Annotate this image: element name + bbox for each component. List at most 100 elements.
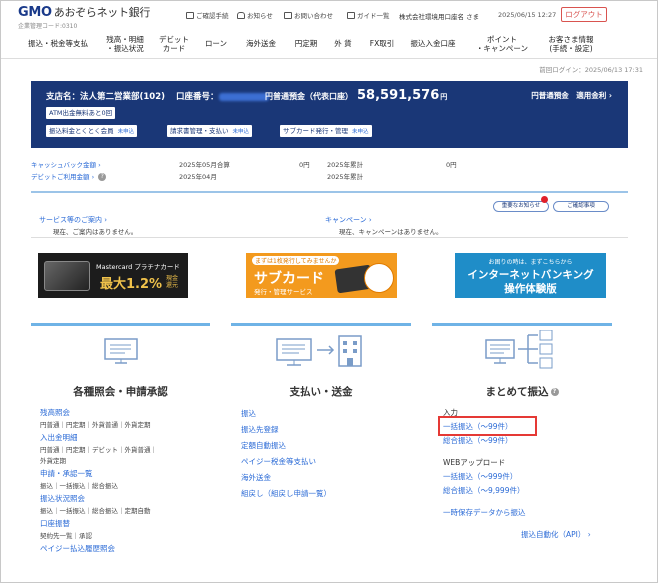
browser-frame: GMO あおぞらネット銀行 企業管理コード:0310 ご確認手続 お知らせ お問い… xyxy=(0,0,658,583)
branch-name: 支店名：法人第二営業部(102) xyxy=(46,92,166,102)
nav-time-deposit[interactable]: 円定期 xyxy=(288,39,324,48)
interest-rate-link[interactable]: 円普通預金 適用金利 › xyxy=(531,90,612,101)
help-icon[interactable]: ? xyxy=(550,388,559,396)
subcard-badge xyxy=(364,263,394,293)
saved-data-transfer-link[interactable]: 一時保存データから振込 xyxy=(443,506,591,520)
web-upload-label: WEBアップロード xyxy=(443,458,506,467)
balance-unit: 円 xyxy=(440,93,448,101)
balance-inquiry-link[interactable]: 残高照会 xyxy=(40,406,157,420)
transfer-icon xyxy=(276,335,362,367)
payee-register-link[interactable]: 振込先登録 xyxy=(241,422,331,438)
nav-fx[interactable]: FX取引 xyxy=(365,39,399,48)
balance: 円普通預金（代表口座） 58,591,576円 xyxy=(265,88,447,103)
top-bar: GMO あおぞらネット銀行 企業管理コード:0310 ご確認手続 お知らせ お問い… xyxy=(1,1,657,30)
atm-free-count: ATM出金無料あと0回 xyxy=(46,107,116,119)
account-number-label: 口座番号： xyxy=(175,92,219,102)
payment-title: 支払い・送金 xyxy=(289,386,353,398)
contact-link[interactable]: お問い合わせ xyxy=(284,10,333,20)
transfer-automation-label: 振込自動化（API） xyxy=(521,530,586,539)
nav-customer[interactable]: お客さま情報 (手続・設定) xyxy=(541,35,601,53)
guide-label: ガイド一覧 xyxy=(357,12,390,20)
platinum-card-banner[interactable]: Mastercard プラチナカード 最大1.2% 現金還元 xyxy=(38,253,188,298)
chip-billing[interactable]: 請求書管理・支払い 未申込 xyxy=(167,125,253,137)
general-transfer-9999-link[interactable]: 総合振込（〜9,999件） xyxy=(443,484,591,498)
ib-demo-banner[interactable]: お困りの時は、まずこちらから インターネットバンキング 操作体験版 xyxy=(455,253,606,298)
inquiry-panel: 各種照会・申請承認 残高照会 円普通｜円定期｜外貨普通｜外貨定期 入出金明細 円… xyxy=(31,323,210,568)
approval-list-sub[interactable]: 振込｜一括振込｜総合振込 xyxy=(40,481,157,492)
account-number-masked xyxy=(218,92,269,101)
nav-balance[interactable]: 残高・明細 ・振込状況 xyxy=(100,35,150,53)
notices-section: 重要なお知らせ ご確認事項 サービス等のご案内 › 現在、ご案内はありません。 … xyxy=(31,191,628,238)
month-total-label: 2025年05月合算 xyxy=(179,161,230,169)
campaign-text: 現在、キャンペーンはありません。 xyxy=(339,228,443,236)
chip-status: 未申込 xyxy=(232,129,250,135)
help-icon[interactable]: ? xyxy=(98,173,107,181)
guide-link[interactable]: ガイド一覧 xyxy=(347,10,390,20)
chip-transfer-fee[interactable]: 振込料金とくとく会員 未申込 xyxy=(46,125,138,137)
ib-sub: 操作体験版 xyxy=(504,283,557,295)
monitor-icon xyxy=(104,338,138,364)
nav-overseas[interactable]: 海外送金 xyxy=(241,39,281,48)
transfer-status-sub[interactable]: 振込｜一括振込｜総合振込｜定期自動 xyxy=(40,506,157,517)
nav-debit[interactable]: デビット カード xyxy=(156,35,192,53)
procedures-link[interactable]: ご確認手続 xyxy=(186,10,229,20)
bulk-transfer-icon xyxy=(485,330,553,369)
nav-transfer[interactable]: 振込・税金等支払 xyxy=(23,39,93,48)
balance-label: 円普通預金（代表口座） xyxy=(265,92,353,101)
transfer-automation-link[interactable]: 振込自動化（API） › xyxy=(443,528,591,542)
statement-sub[interactable]: 円普通｜円定期｜デビット｜外貨普通｜ xyxy=(40,445,157,456)
chip-subcard[interactable]: サブカード発行・管理 未申込 xyxy=(280,125,372,137)
statement-sub2[interactable]: 外貨定期 xyxy=(40,456,157,467)
statement-link[interactable]: 入出金明細 xyxy=(40,431,157,445)
nav-foreign[interactable]: 外 貨 xyxy=(329,39,357,48)
main-nav: 振込・税金等支払 残高・明細 ・振込状況 デビット カード ローン 海外送金 円… xyxy=(1,29,657,59)
cashback-link[interactable]: キャッシュバック金額 › xyxy=(31,159,101,169)
balance-inquiry-sub[interactable]: 円普通｜円定期｜外貨普通｜外貨定期 xyxy=(40,420,157,431)
services-link[interactable]: サービス等のご案内 › xyxy=(39,215,107,225)
direct-debit-sub[interactable]: 契約先一覧｜承認 xyxy=(40,531,157,542)
scheduled-transfer-link[interactable]: 定額自動振込 xyxy=(241,438,331,454)
direct-debit-link[interactable]: 口座振替 xyxy=(40,517,157,531)
debit-usage-label: デビットご利用金額 xyxy=(31,173,90,181)
logo-gmo: GMO xyxy=(18,5,52,20)
important-notice-button[interactable]: 重要なお知らせ xyxy=(493,201,549,212)
campaign-link[interactable]: キャンペーン › xyxy=(325,215,372,225)
ib-top-text: お困りの時は、まずこちらから xyxy=(488,259,573,266)
year-total-value: 0円 xyxy=(446,161,457,169)
account-summary: 支店名：法人第二営業部(102) 口座番号： 円普通預金（代表口座） 58,591… xyxy=(31,81,628,148)
chevron-right-icon: › xyxy=(606,91,612,100)
nav-points[interactable]: ポイント ・キャンペーン xyxy=(468,35,536,53)
subcard-banner[interactable]: まずは1枚発行してみませんか サブカード 発行・管理サービス xyxy=(246,253,397,298)
recall-link[interactable]: 組戻し（組戻し申請一覧） xyxy=(241,486,331,502)
notices-label: お知らせ xyxy=(247,12,273,20)
notices-link[interactable]: お知らせ xyxy=(237,10,273,20)
overseas-remit-link[interactable]: 海外送金 xyxy=(241,470,331,486)
contact-label: お問い合わせ xyxy=(294,12,333,20)
nav-deposit-account[interactable]: 振込入金口座 xyxy=(405,39,461,48)
transfer-status-link[interactable]: 振込状況照会 xyxy=(40,492,157,506)
subcard-sub: 発行・管理サービス xyxy=(254,288,313,296)
user-name: 株式会社環境用口座名 さま xyxy=(399,13,480,21)
cashback-section: キャッシュバック金額 › デビットご利用金額 › ? 2025年05月合算 0円… xyxy=(31,155,628,187)
confirm-items-button[interactable]: ご確認事項 xyxy=(553,201,609,212)
inquiry-title: 各種照会・申請承認 xyxy=(73,386,168,398)
approval-list-link[interactable]: 申請・承認一覧 xyxy=(40,467,157,481)
year-total-label: 2025年累計 xyxy=(327,161,364,169)
interest-rate-label: 円普通預金 適用金利 xyxy=(531,91,607,100)
chip-status: 未申込 xyxy=(352,129,369,135)
inquiry-list: 残高照会 円普通｜円定期｜外貨普通｜外貨定期 入出金明細 円普通｜円定期｜デビッ… xyxy=(40,406,157,556)
payeasy-link[interactable]: ペイジー税金等支払い xyxy=(241,454,331,470)
general-transfer-99-link[interactable]: 総合振込（〜99件） xyxy=(443,434,591,448)
bank-logo[interactable]: GMO あおぞらネット銀行 xyxy=(18,4,150,20)
procedures-label: ご確認手続 xyxy=(196,12,229,20)
bulk-transfer-999-link[interactable]: 一括振込（〜999件） xyxy=(443,470,591,484)
payeasy-history-link[interactable]: ペイジー払込履歴照会 xyxy=(40,542,157,556)
services-link-label: サービス等のご案内 xyxy=(39,216,102,224)
chip-subcard-label: サブカード発行・管理 xyxy=(283,127,348,135)
month2-label: 2025年04月 xyxy=(179,173,217,181)
logout-button[interactable]: ログアウト xyxy=(561,7,607,22)
debit-usage-link[interactable]: デビットご利用金額 › ? xyxy=(31,171,107,181)
transfer-link[interactable]: 振込 xyxy=(241,406,331,422)
bulk-transfer-panel: まとめて振込? 入力 一括振込（〜99件） 総合振込（〜99件） WEBアップロ… xyxy=(432,323,612,568)
nav-loan[interactable]: ローン xyxy=(201,39,231,48)
